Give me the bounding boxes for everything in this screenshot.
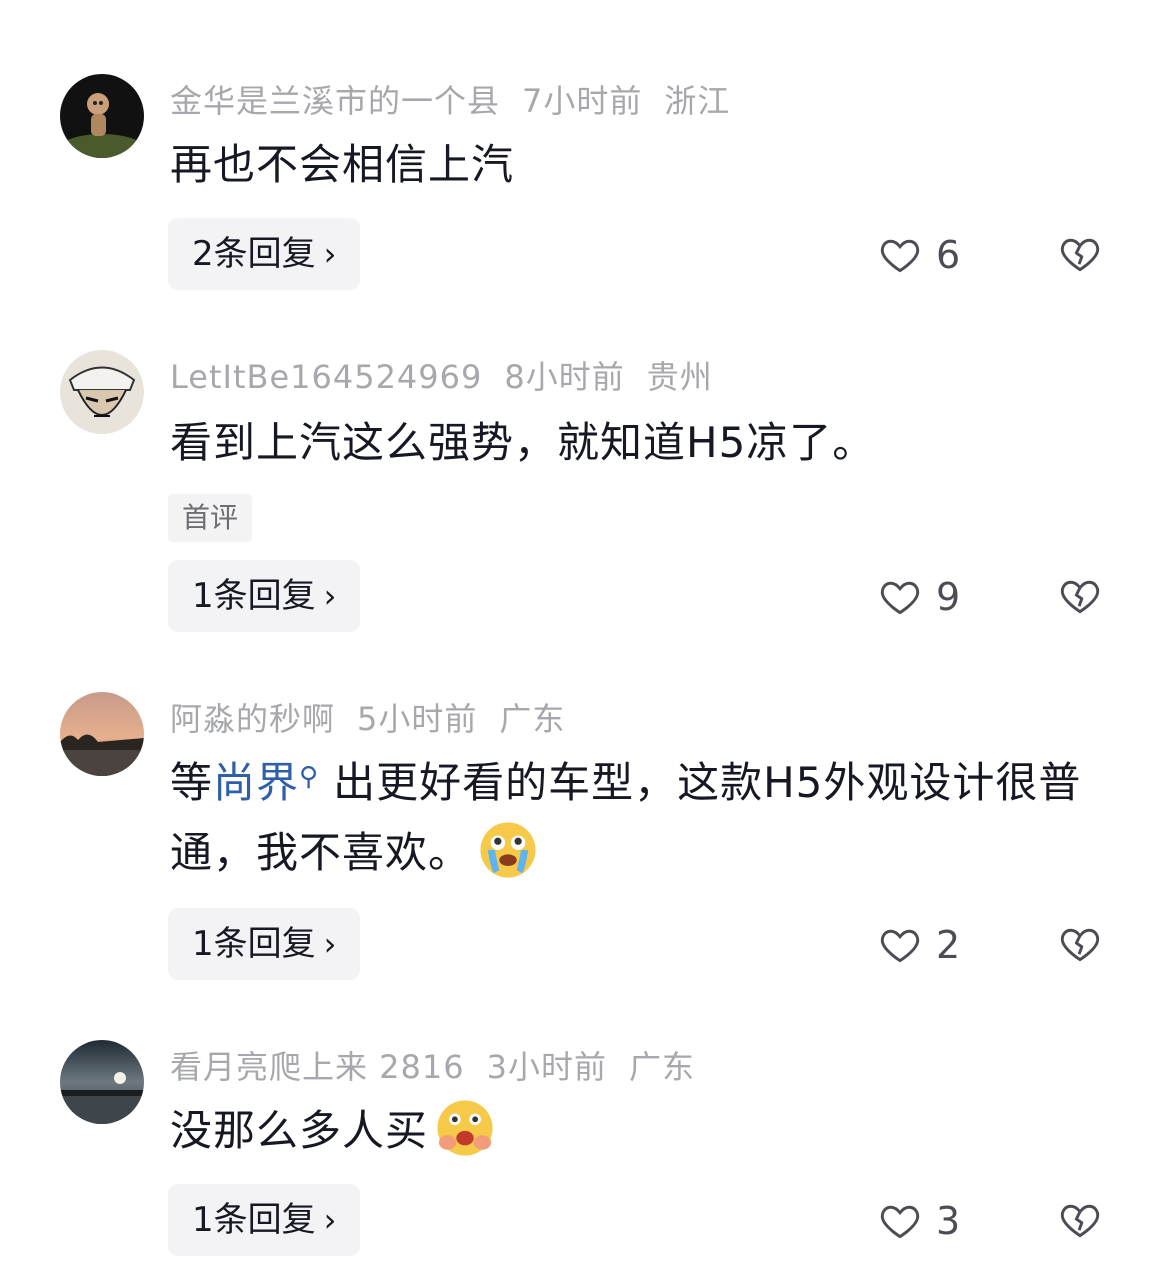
avatar-image: [60, 692, 144, 776]
broken-heart-icon: [1060, 1204, 1100, 1238]
username[interactable]: LetItBe164524969: [170, 358, 482, 396]
comment-meta: LetItBe164524969 8小时前 贵州: [170, 352, 735, 398]
avatar[interactable]: [60, 692, 144, 776]
like-count: 2: [936, 923, 961, 967]
search-icon[interactable]: ⚲: [299, 762, 319, 792]
crying-face-emoji: [480, 822, 536, 878]
location: 浙江: [664, 82, 731, 120]
timestamp: 8小时前: [504, 358, 625, 396]
replies-label: 1条回复: [192, 1200, 316, 1240]
comment-meta: 阿淼的秒啊 5小时前 广东: [170, 694, 587, 740]
location: 广东: [499, 700, 566, 738]
like-count: 9: [936, 575, 961, 619]
avatar[interactable]: [60, 1040, 144, 1124]
heart-outline-icon: [880, 581, 920, 615]
replies-label: 1条回复: [192, 924, 316, 964]
like-count: 3: [936, 1199, 961, 1243]
username[interactable]: 看月亮爬上来 2816: [170, 1048, 465, 1086]
heart-outline-icon: [880, 239, 920, 273]
view-replies-button[interactable]: 1条回复 ›: [168, 1184, 361, 1256]
timestamp: 3小时前: [486, 1048, 607, 1086]
first-comment-badge: 首评: [168, 494, 253, 542]
comment-text: 再也不会相信上汽: [170, 140, 515, 189]
replies-label: 2条回复: [192, 234, 316, 274]
like-button[interactable]: 2: [878, 920, 960, 970]
like-button[interactable]: 6: [878, 230, 960, 280]
dislike-button[interactable]: [1058, 232, 1102, 276]
view-replies-button[interactable]: 2条回复 ›: [168, 218, 361, 290]
comment-text: 没那么多人买: [170, 1096, 1115, 1166]
timestamp: 7小时前: [522, 82, 643, 120]
replies-label: 1条回复: [192, 576, 316, 616]
search-link[interactable]: 尚界: [213, 758, 299, 807]
like-button[interactable]: 3: [878, 1196, 960, 1246]
chevron-right-icon: ›: [323, 577, 337, 615]
location: 广东: [629, 1048, 696, 1086]
broken-heart-icon: [1060, 238, 1100, 272]
like-button[interactable]: 9: [878, 572, 960, 622]
dislike-button[interactable]: [1058, 574, 1102, 618]
dislike-button[interactable]: [1058, 922, 1102, 966]
comment-text: 等尚界⚲ 出更好看的车型，这款H5外观设计很普通，我不喜欢。: [170, 748, 1115, 888]
hugging-face-emoji: [437, 1100, 493, 1156]
dislike-button[interactable]: [1058, 1198, 1102, 1242]
username[interactable]: 金华是兰溪市的一个县: [170, 82, 500, 120]
username[interactable]: 阿淼的秒啊: [170, 700, 335, 738]
comment-meta: 金华是兰溪市的一个县 7小时前 浙江: [170, 76, 752, 122]
avatar-image: [60, 350, 144, 434]
chevron-right-icon: ›: [323, 235, 337, 273]
broken-heart-icon: [1060, 928, 1100, 962]
view-replies-button[interactable]: 1条回复 ›: [168, 908, 361, 980]
heart-outline-icon: [880, 929, 920, 963]
comment-text-body: 没那么多人买: [170, 1106, 429, 1155]
like-count: 6: [936, 233, 961, 277]
chevron-right-icon: ›: [323, 1201, 337, 1239]
timestamp: 5小时前: [357, 700, 478, 738]
chevron-right-icon: ›: [323, 925, 337, 963]
heart-outline-icon: [880, 1205, 920, 1239]
broken-heart-icon: [1060, 580, 1100, 614]
avatar[interactable]: [60, 74, 144, 158]
avatar-image: [60, 1040, 144, 1124]
view-replies-button[interactable]: 1条回复 ›: [168, 560, 361, 632]
location: 贵州: [646, 358, 713, 396]
avatar-image: [60, 74, 144, 158]
avatar[interactable]: [60, 350, 144, 434]
comment-text: 看到上汽这么强势，就知道H5凉了。: [170, 418, 876, 467]
comment-meta: 看月亮爬上来 2816 3小时前 广东: [170, 1042, 717, 1088]
comment-text-prefix: 等: [170, 758, 214, 807]
